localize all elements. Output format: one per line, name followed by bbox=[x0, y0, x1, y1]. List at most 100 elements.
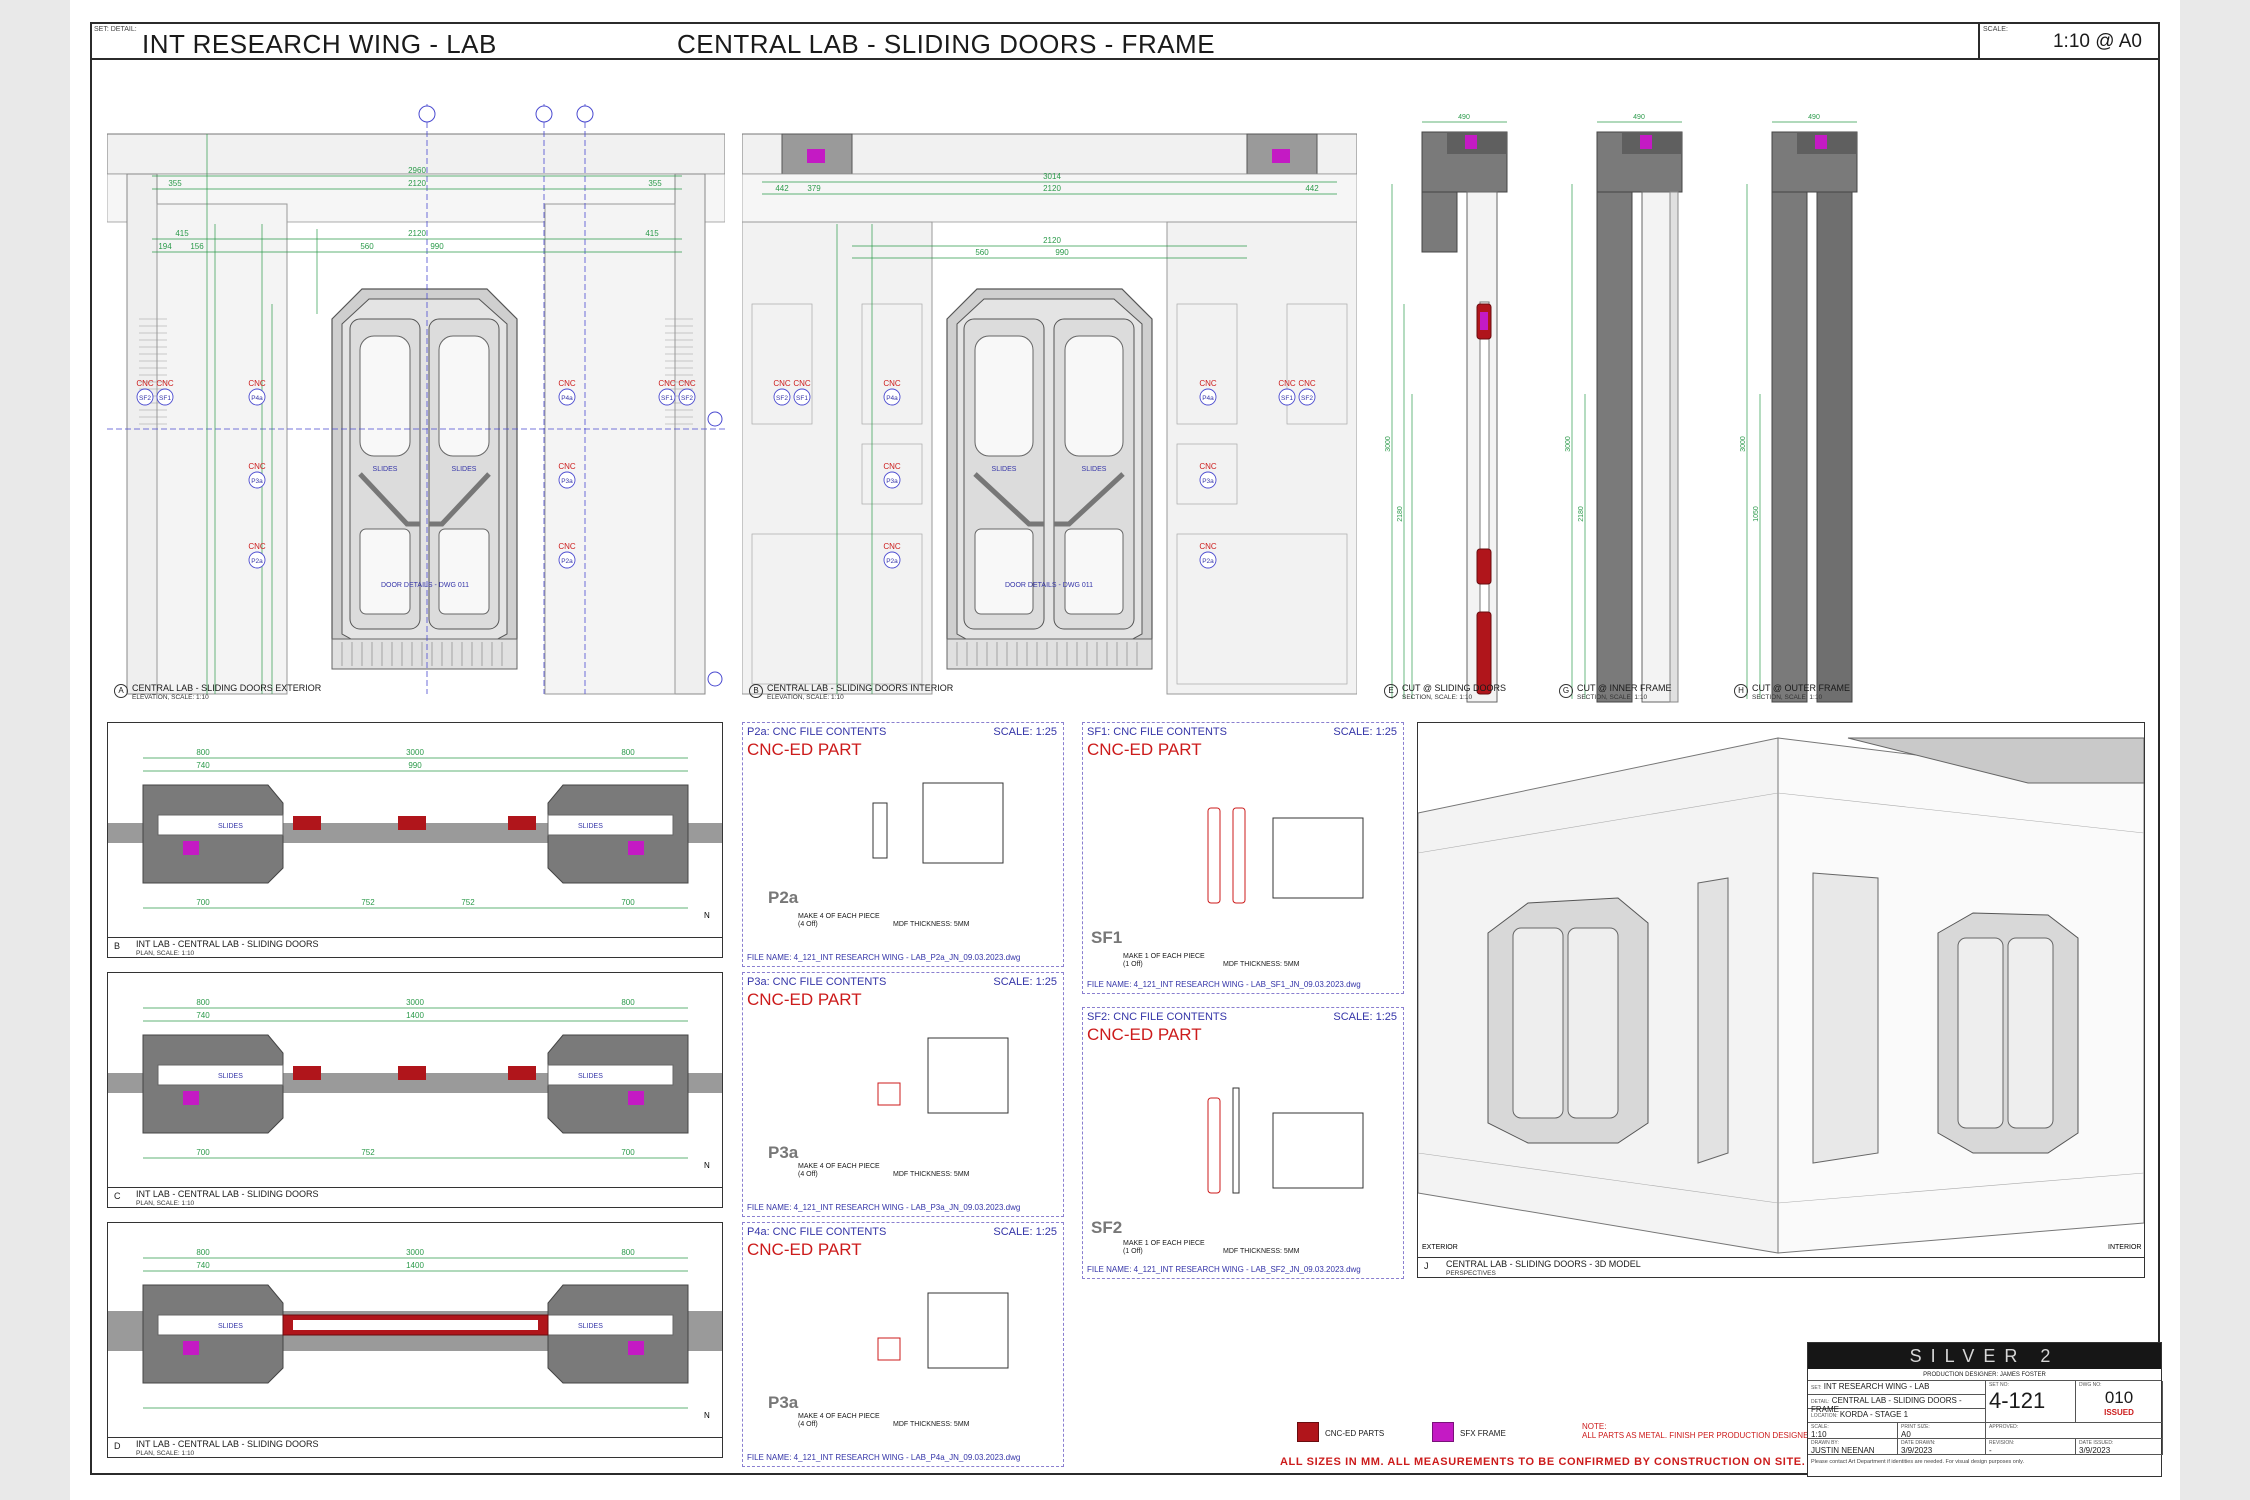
cnc-marker-label: CNC bbox=[248, 542, 266, 551]
cnc-sheet-heading: SF1: CNC FILE CONTENTS bbox=[1087, 726, 1227, 738]
dim-label: 3000 bbox=[406, 998, 424, 1007]
slides-label: SLIDES bbox=[218, 823, 243, 830]
view-title: CUT @ SLIDING DOORS bbox=[1402, 683, 1506, 693]
cnc-marker-label: CNC bbox=[883, 462, 901, 471]
tb-location-value: KORDA - STAGE 1 bbox=[1839, 1410, 1909, 1419]
note-title: NOTE: bbox=[1582, 1422, 1607, 1431]
cnc-part-code: SF1 bbox=[1091, 928, 1123, 947]
drawing-sheet: SET: DETAIL: INT RESEARCH WING - LAB CEN… bbox=[70, 0, 2180, 1500]
dim-label: 752 bbox=[461, 898, 475, 907]
part-tag: P4a bbox=[561, 395, 573, 402]
tb-revision-value: - bbox=[1989, 1446, 1992, 1455]
tb-dwg: DWG NO: 010 ISSUED bbox=[2076, 1381, 2163, 1423]
elevation-interior: 30142120 2120560 990 442 379 442 CNC CNC CNC … bbox=[742, 133, 1357, 695]
dim-label: 3000 bbox=[1740, 436, 1747, 452]
view-letter: E bbox=[1384, 684, 1398, 698]
part-tag: P2a bbox=[1202, 558, 1214, 565]
cnc-part-code: P3a bbox=[768, 1393, 799, 1412]
cnc-mdf-thickness: MDF THICKNESS: 5MM bbox=[893, 921, 970, 928]
cnc-parts-swatch bbox=[1297, 1422, 1319, 1442]
dim-label: 700 bbox=[196, 1148, 210, 1157]
view-subtitle: SECTION, SCALE: 1:10 bbox=[1577, 694, 1648, 701]
part-tag: P3a bbox=[251, 478, 263, 485]
cnc-marker-label: CNC bbox=[658, 379, 676, 388]
cnc-sheet-scale: SCALE: 1:25 bbox=[1333, 1011, 1397, 1023]
cnc-marker-label: CNC bbox=[558, 542, 576, 551]
plan-panel-b: 3000 800 800 740 990 700 752 752 700 SLIDES SLIDE… bbox=[107, 722, 723, 958]
part-tag: SF1 bbox=[661, 395, 673, 402]
cnc-make-instruction: MAKE 4 OF EACH PIECE (4 Off) bbox=[798, 1413, 880, 1429]
cnc-sheet-sf2: SF2: CNC FILE CONTENTS SCALE: 1:25 CNC-E… bbox=[1082, 1007, 1404, 1279]
part-tag: P2a bbox=[251, 558, 263, 565]
cnc-marker-label: CNC bbox=[558, 379, 576, 388]
plan-subtitle: PLAN, SCALE: 1:10 bbox=[136, 1200, 195, 1207]
cnc-make-text: MAKE 1 OF EACH PIECE bbox=[1123, 953, 1205, 960]
sfx-frame-legend: SFX FRAME bbox=[1460, 1429, 1506, 1438]
model-render: EXTERIOR INTERIOR bbox=[1417, 737, 2145, 1254]
part-tag: SF2 bbox=[1301, 395, 1313, 402]
dim-label: 560 bbox=[360, 242, 374, 251]
dim-label: 1400 bbox=[406, 1011, 424, 1020]
dim-label: 194 bbox=[158, 242, 172, 251]
dim-label: 415 bbox=[645, 229, 659, 238]
plan-title: C INT LAB - CENTRAL LAB - SLIDING DOORS PL… bbox=[108, 1187, 722, 1207]
title-bar: SET: DETAIL: INT RESEARCH WING - LAB CEN… bbox=[92, 24, 2158, 60]
cnc-sheet-heading: SF2: CNC FILE CONTENTS bbox=[1087, 1011, 1227, 1023]
plan-title: B INT LAB - CENTRAL LAB - SLIDING DOORS PL… bbox=[108, 937, 722, 957]
model-title-text: CENTRAL LAB - SLIDING DOORS - 3D MODEL bbox=[1446, 1259, 1641, 1269]
tb-drawn: DRAWN BY: JUSTIN NEENAN bbox=[1808, 1439, 1898, 1455]
cnc-mdf-thickness: MDF THICKNESS: 5MM bbox=[1223, 961, 1300, 968]
dim-label: 3000 bbox=[406, 748, 424, 757]
dim-label: 800 bbox=[621, 998, 635, 1007]
cnc-part-code: SF2 bbox=[1091, 1218, 1123, 1237]
cnc-marker-label: CNC bbox=[248, 379, 266, 388]
dim-label: 490 bbox=[1808, 114, 1820, 121]
part-tag: P4a bbox=[1202, 395, 1214, 402]
tb-revision: REVISION: - bbox=[1986, 1439, 2076, 1455]
cnc-marker-label: CNC bbox=[883, 542, 901, 551]
view-caption-section-g: G CUT @ INNER FRAME SECTION, SCALE: 1:10 bbox=[1559, 684, 1671, 702]
part-tag: SF2 bbox=[681, 395, 693, 402]
dim-label: 560 bbox=[975, 248, 989, 257]
tb-print-label: PRINT SIZE: bbox=[1901, 1424, 1930, 1430]
tb-status: ISSUED bbox=[2104, 1408, 2134, 1417]
tb-approved: APPROVED: bbox=[1986, 1423, 2163, 1439]
plan-drawing: 3000 800 800 740 990 700 752 752 700 SLIDES SLIDE… bbox=[108, 748, 722, 920]
tb-scale-value: 1:10 bbox=[1811, 1430, 1827, 1439]
cnc-sheet-p2a: P2a: CNC FILE CONTENTS SCALE: 1:25 CNC-E… bbox=[742, 722, 1064, 967]
set-name: INT RESEARCH WING - LAB bbox=[142, 29, 497, 59]
part-tag: P3a bbox=[1202, 478, 1214, 485]
tb-drawn-value: JUSTIN NEENAN bbox=[1811, 1446, 1875, 1455]
slides-label: SLIDES bbox=[1082, 466, 1107, 473]
cnc-file-name: FILE NAME: 4_121_INT RESEARCH WING - LAB… bbox=[747, 1203, 1021, 1212]
dim-label: 2120 bbox=[1043, 236, 1061, 245]
cnc-make-instruction: MAKE 4 OF EACH PIECE (4 Off) bbox=[798, 913, 880, 929]
cnc-marker-label: CNC bbox=[248, 462, 266, 471]
north-arrow: N bbox=[704, 1161, 710, 1170]
tb-set-no-value: 4-121 bbox=[1989, 1388, 2046, 1413]
scale-label: SCALE: bbox=[1983, 26, 2008, 33]
dim-label: 990 bbox=[408, 761, 422, 770]
north-arrow: N bbox=[704, 911, 710, 920]
door-details-label: DOOR DETAILS - DWG 011 bbox=[1005, 582, 1093, 589]
dim-label: 3000 bbox=[1565, 436, 1572, 452]
section-sliding-doors: 490 3000 2180 bbox=[1385, 114, 1508, 703]
plan-drawing: 3000800 800740 1400700 752 700 SLIDES SLIDES … bbox=[108, 998, 722, 1170]
cnc-sheet-scale: SCALE: 1:25 bbox=[993, 726, 1057, 738]
dim-label: 752 bbox=[361, 1148, 375, 1157]
view-letter: A bbox=[114, 684, 128, 698]
part-tag: P4a bbox=[886, 395, 898, 402]
cnc-sheet-scale: SCALE: 1:25 bbox=[1333, 726, 1397, 738]
dim-label: 800 bbox=[196, 1248, 210, 1257]
dim-label: 415 bbox=[175, 229, 189, 238]
model-subtitle: PERSPECTIVES bbox=[1446, 1270, 1496, 1277]
plan-title: D INT LAB - CENTRAL LAB - SLIDING DOORS PL… bbox=[108, 1437, 722, 1457]
view-subtitle: ELEVATION, SCALE: 1:10 bbox=[767, 694, 844, 701]
slides-label: SLIDES bbox=[578, 1323, 603, 1330]
plan-letter: D bbox=[114, 1441, 121, 1451]
door-details-label: DOOR DETAILS - DWG 011 bbox=[381, 582, 469, 589]
cnc-make-text: MAKE 4 OF EACH PIECE bbox=[798, 1163, 880, 1170]
dim-label: 3014 bbox=[1043, 172, 1061, 181]
plan-panel-c: 3000 800 800 740 1400 700 752 700 SLIDES SLIDES … bbox=[107, 972, 723, 1208]
cnc-marker-label: CNC bbox=[678, 379, 696, 388]
